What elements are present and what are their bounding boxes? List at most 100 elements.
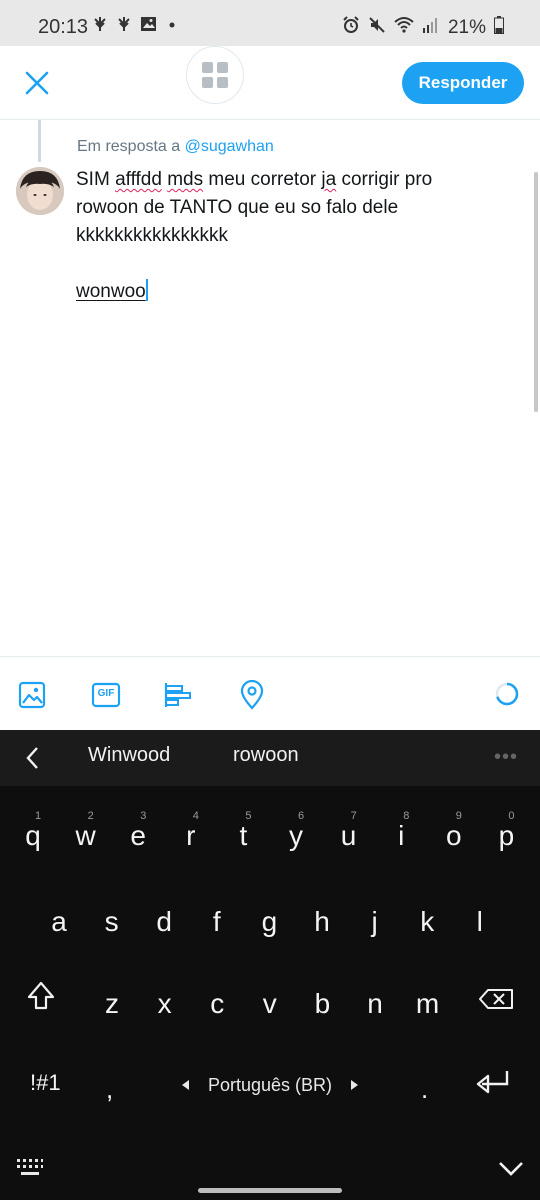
key-letter: c [210, 988, 225, 1019]
poll-button[interactable] [162, 679, 194, 711]
thread-line [38, 120, 41, 162]
drafts-button[interactable] [186, 46, 244, 104]
compose-toolbar: GIF [0, 656, 540, 730]
image-icon [18, 681, 46, 709]
key-b[interactable]: b [296, 962, 348, 1034]
composing-word: wonwoo [76, 281, 146, 302]
compose-header: Responder [0, 46, 540, 120]
key-n[interactable]: n [349, 962, 401, 1034]
status-right-icons: 21% [342, 16, 504, 39]
battery-icon [494, 16, 504, 39]
poll-icon [164, 683, 191, 707]
backspace-key[interactable] [478, 988, 514, 1016]
key-letter: q [25, 820, 41, 851]
key-letter: x [157, 988, 172, 1019]
key-d[interactable]: d [138, 880, 190, 952]
key-letter: l [476, 906, 483, 937]
key-k[interactable]: k [401, 880, 453, 952]
gif-button[interactable]: GIF [90, 679, 122, 711]
language-label: Português (BR) [207, 1074, 333, 1095]
key-letter: z [105, 988, 119, 1019]
period-key[interactable]: . [421, 1074, 428, 1105]
key-e[interactable]: 3e [112, 794, 164, 866]
key-letter: d [156, 906, 172, 937]
key-letter: y [289, 820, 303, 851]
key-letter: j [371, 906, 378, 937]
text-line: kkkkkkkkkkkkkkkk [76, 225, 228, 246]
key-r[interactable]: 4r [165, 794, 217, 866]
shift-key[interactable] [26, 980, 56, 1018]
suggestion-bar: Winwood rowoon ••• [0, 730, 540, 786]
suggestion-1[interactable]: Winwood [88, 744, 170, 767]
key-w[interactable]: 2w [60, 794, 112, 866]
key-j[interactable]: j [349, 880, 401, 952]
location-button[interactable] [236, 679, 268, 711]
key-letter: f [212, 906, 221, 937]
key-l[interactable]: l [454, 880, 506, 952]
space-key[interactable]: Português (BR) [150, 1060, 390, 1110]
key-f[interactable]: f [191, 880, 243, 952]
keyboard-switch-key[interactable] [16, 1158, 44, 1184]
location-icon [240, 680, 264, 710]
symbols-key[interactable]: !#1 [30, 1070, 61, 1096]
key-y[interactable]: 6y [270, 794, 322, 866]
mute-icon [368, 16, 386, 39]
suggestion-2[interactable]: rowoon [233, 744, 299, 767]
reply-handle[interactable]: @sugawhan [185, 138, 274, 155]
enter-key[interactable] [474, 1068, 512, 1104]
key-letter: h [314, 906, 330, 937]
key-letter: p [498, 820, 515, 851]
reply-prefix: Em resposta a [77, 138, 181, 155]
key-i[interactable]: 8i [375, 794, 427, 866]
home-gesture-bar[interactable] [198, 1188, 342, 1193]
keyboard-icon [17, 1159, 43, 1175]
key-letter: e [130, 820, 146, 851]
key-u[interactable]: 7u [323, 794, 375, 866]
key-letter: b [314, 988, 331, 1019]
keyboard: Winwood rowoon ••• !#1 , Português (BR) … [0, 730, 540, 1200]
scrollbar[interactable] [534, 172, 538, 412]
key-m[interactable]: m [402, 962, 454, 1034]
screen: 20:13 21% Responder Em resposta a @sugaw… [0, 0, 540, 1200]
misspelled-word: ja [321, 169, 337, 190]
key-h[interactable]: h [296, 880, 348, 952]
more-options[interactable]: ••• [494, 746, 518, 769]
close-button[interactable] [18, 64, 56, 102]
misspelled-word: mds [167, 169, 204, 190]
key-p[interactable]: 0p [480, 794, 532, 866]
status-time: 20:13 [38, 16, 89, 38]
chevron-left-icon[interactable] [22, 744, 44, 772]
comma-key[interactable]: , [106, 1074, 113, 1105]
key-letter: t [239, 820, 248, 851]
misspelled-word: afffdd [115, 169, 162, 190]
signal-icon [422, 16, 438, 39]
key-o[interactable]: 9o [428, 794, 480, 866]
key-v[interactable]: v [244, 962, 296, 1034]
tweet-text-input[interactable]: SIM afffdd mds meu corretor ja corrigir … [76, 166, 496, 306]
key-letter: k [420, 906, 435, 937]
status-left-icons [92, 16, 179, 37]
key-z[interactable]: z [86, 962, 138, 1034]
caret-left-icon [181, 1080, 189, 1090]
status-bar: 20:13 21% [0, 0, 540, 46]
key-s[interactable]: s [86, 880, 138, 952]
close-icon [25, 71, 49, 95]
key-q[interactable]: 1q [7, 794, 59, 866]
dot-icon [165, 16, 179, 37]
alarm-icon [342, 16, 360, 39]
gallery-icon [140, 16, 157, 37]
key-g[interactable]: g [243, 880, 295, 952]
key-t[interactable]: 5t [217, 794, 269, 866]
hide-keyboard-key[interactable] [498, 1158, 524, 1184]
key-x[interactable]: x [139, 962, 191, 1034]
image-button[interactable] [16, 679, 48, 711]
compose-area[interactable]: Em resposta a @sugawhan SIM afffdd mds m… [0, 120, 540, 656]
key-c[interactable]: c [191, 962, 243, 1034]
text-line: rowoon de TANTO que eu so falo dele [76, 197, 399, 218]
reply-button[interactable]: Responder [402, 62, 524, 104]
key-letter: w [75, 820, 96, 851]
key-letter: g [261, 906, 278, 937]
grid-icon [202, 62, 228, 88]
key-a[interactable]: a [33, 880, 85, 952]
key-letter: a [51, 906, 67, 937]
